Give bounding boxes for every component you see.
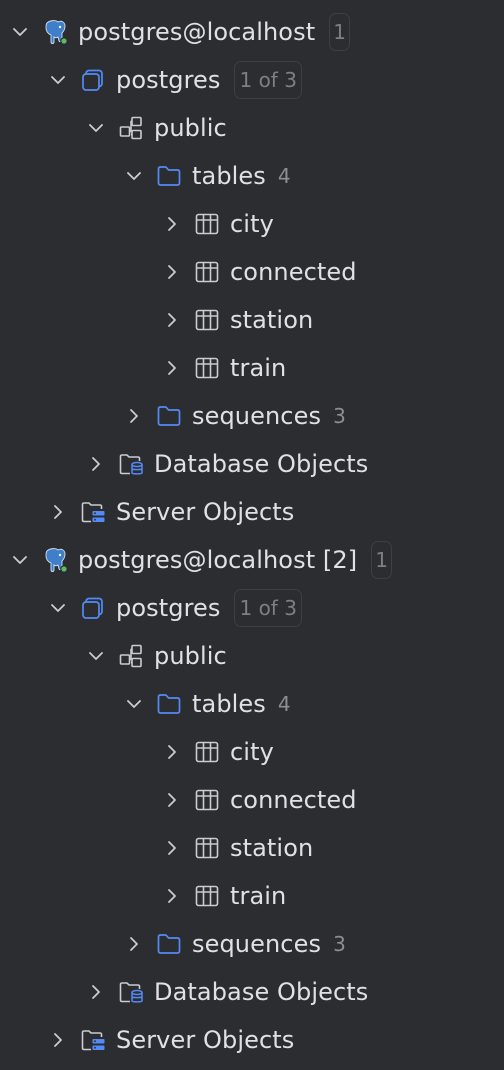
connection-node-label: postgres@localhost [2] [78,546,358,574]
table-icon [192,833,222,863]
tables-folder-label: tables [192,162,266,190]
chevron-right-icon[interactable] [162,358,182,378]
chevron-right-icon[interactable] [124,406,144,426]
item-count: 3 [333,932,346,956]
chevron-right-icon[interactable] [162,262,182,282]
chevron-down-icon[interactable] [86,118,106,138]
connection-node[interactable]: postgres@localhost 1 [0,8,504,56]
item-count: 4 [277,692,291,716]
table-node[interactable]: train [0,344,504,392]
table-node-label: city [230,738,274,766]
database-node[interactable]: postgres 1 of 3 [0,56,504,104]
connection-node-label: postgres@localhost [78,18,316,46]
chevron-down-icon[interactable] [86,646,106,666]
table-node[interactable]: connected [0,776,504,824]
chevron-right-icon[interactable] [124,934,144,954]
schema-node-label: public [154,114,227,142]
schema-node[interactable]: public [0,104,504,152]
chevron-right-icon[interactable] [48,502,68,522]
chevron-right-icon[interactable] [162,838,182,858]
chevron-right-icon[interactable] [48,1030,68,1050]
database-objects-node-label: Database Objects [154,978,369,1006]
table-node-label: connected [230,786,357,814]
table-node-label: train [230,354,287,382]
table-icon [192,305,222,335]
table-node[interactable]: train [0,872,504,920]
table-node-label: station [230,834,314,862]
table-node-label: city [230,210,274,238]
postgresql-elephant-icon [40,17,70,47]
tables-folder-label: tables [192,690,266,718]
item-count: 3 [333,404,346,428]
chevron-right-icon[interactable] [162,310,182,330]
schema-icon [116,113,146,143]
server-objects-node[interactable]: Server Objects [0,488,504,536]
sequences-folder-label: sequences [192,930,322,958]
tables-folder[interactable]: tables 4 [0,152,504,200]
table-icon [192,737,222,767]
server-objects-node[interactable]: Server Objects [0,1016,504,1064]
database-node-label: postgres [116,66,221,94]
item-count: 4 [277,164,291,188]
database-icon [78,65,108,95]
schema-node[interactable]: public [0,632,504,680]
table-node[interactable]: city [0,728,504,776]
folder-icon [154,161,184,191]
table-icon [192,785,222,815]
session-count-badge[interactable]: 1 [329,13,350,51]
folder-icon [154,689,184,719]
schema-node-label: public [154,642,227,670]
chevron-down-icon[interactable] [124,166,144,186]
server-objects-icon [78,497,108,527]
table-node-label: station [230,306,314,334]
database-explorer-tree: postgres@localhost 1 postgres 1 of 3 public t… [0,0,504,1064]
chevron-right-icon[interactable] [86,982,106,1002]
table-node[interactable]: connected [0,248,504,296]
chevron-down-icon[interactable] [10,22,30,42]
sequences-folder[interactable]: sequences 3 [0,392,504,440]
database-node-label: postgres [116,594,221,622]
schema-scope-badge[interactable]: 1 of 3 [234,61,302,99]
chevron-right-icon[interactable] [162,790,182,810]
sequences-folder-label: sequences [192,402,322,430]
session-count-badge[interactable]: 1 [371,541,392,579]
server-objects-node-label: Server Objects [116,1026,295,1054]
chevron-down-icon[interactable] [124,694,144,714]
database-objects-node-label: Database Objects [154,450,369,478]
server-objects-node-label: Server Objects [116,498,295,526]
chevron-right-icon[interactable] [86,454,106,474]
database-icon [78,593,108,623]
schema-scope-badge[interactable]: 1 of 3 [234,589,302,627]
table-icon [192,257,222,287]
chevron-right-icon[interactable] [162,214,182,234]
database-objects-node[interactable]: Database Objects [0,440,504,488]
database-node[interactable]: postgres 1 of 3 [0,584,504,632]
chevron-down-icon[interactable] [48,598,68,618]
table-node-label: train [230,882,287,910]
schema-icon [116,641,146,671]
table-icon [192,881,222,911]
database-objects-icon [116,977,146,1007]
table-icon [192,209,222,239]
connection-node[interactable]: postgres@localhost [2] 1 [0,536,504,584]
postgresql-elephant-icon [40,545,70,575]
table-node[interactable]: city [0,200,504,248]
chevron-down-icon[interactable] [48,70,68,90]
table-node-label: connected [230,258,357,286]
folder-icon [154,401,184,431]
chevron-right-icon[interactable] [162,886,182,906]
chevron-right-icon[interactable] [162,742,182,762]
table-node[interactable]: station [0,296,504,344]
sequences-folder[interactable]: sequences 3 [0,920,504,968]
database-objects-node[interactable]: Database Objects [0,968,504,1016]
server-objects-icon [78,1025,108,1055]
table-node[interactable]: station [0,824,504,872]
table-icon [192,353,222,383]
database-objects-icon [116,449,146,479]
folder-icon [154,929,184,959]
chevron-down-icon[interactable] [10,550,30,570]
tables-folder[interactable]: tables 4 [0,680,504,728]
